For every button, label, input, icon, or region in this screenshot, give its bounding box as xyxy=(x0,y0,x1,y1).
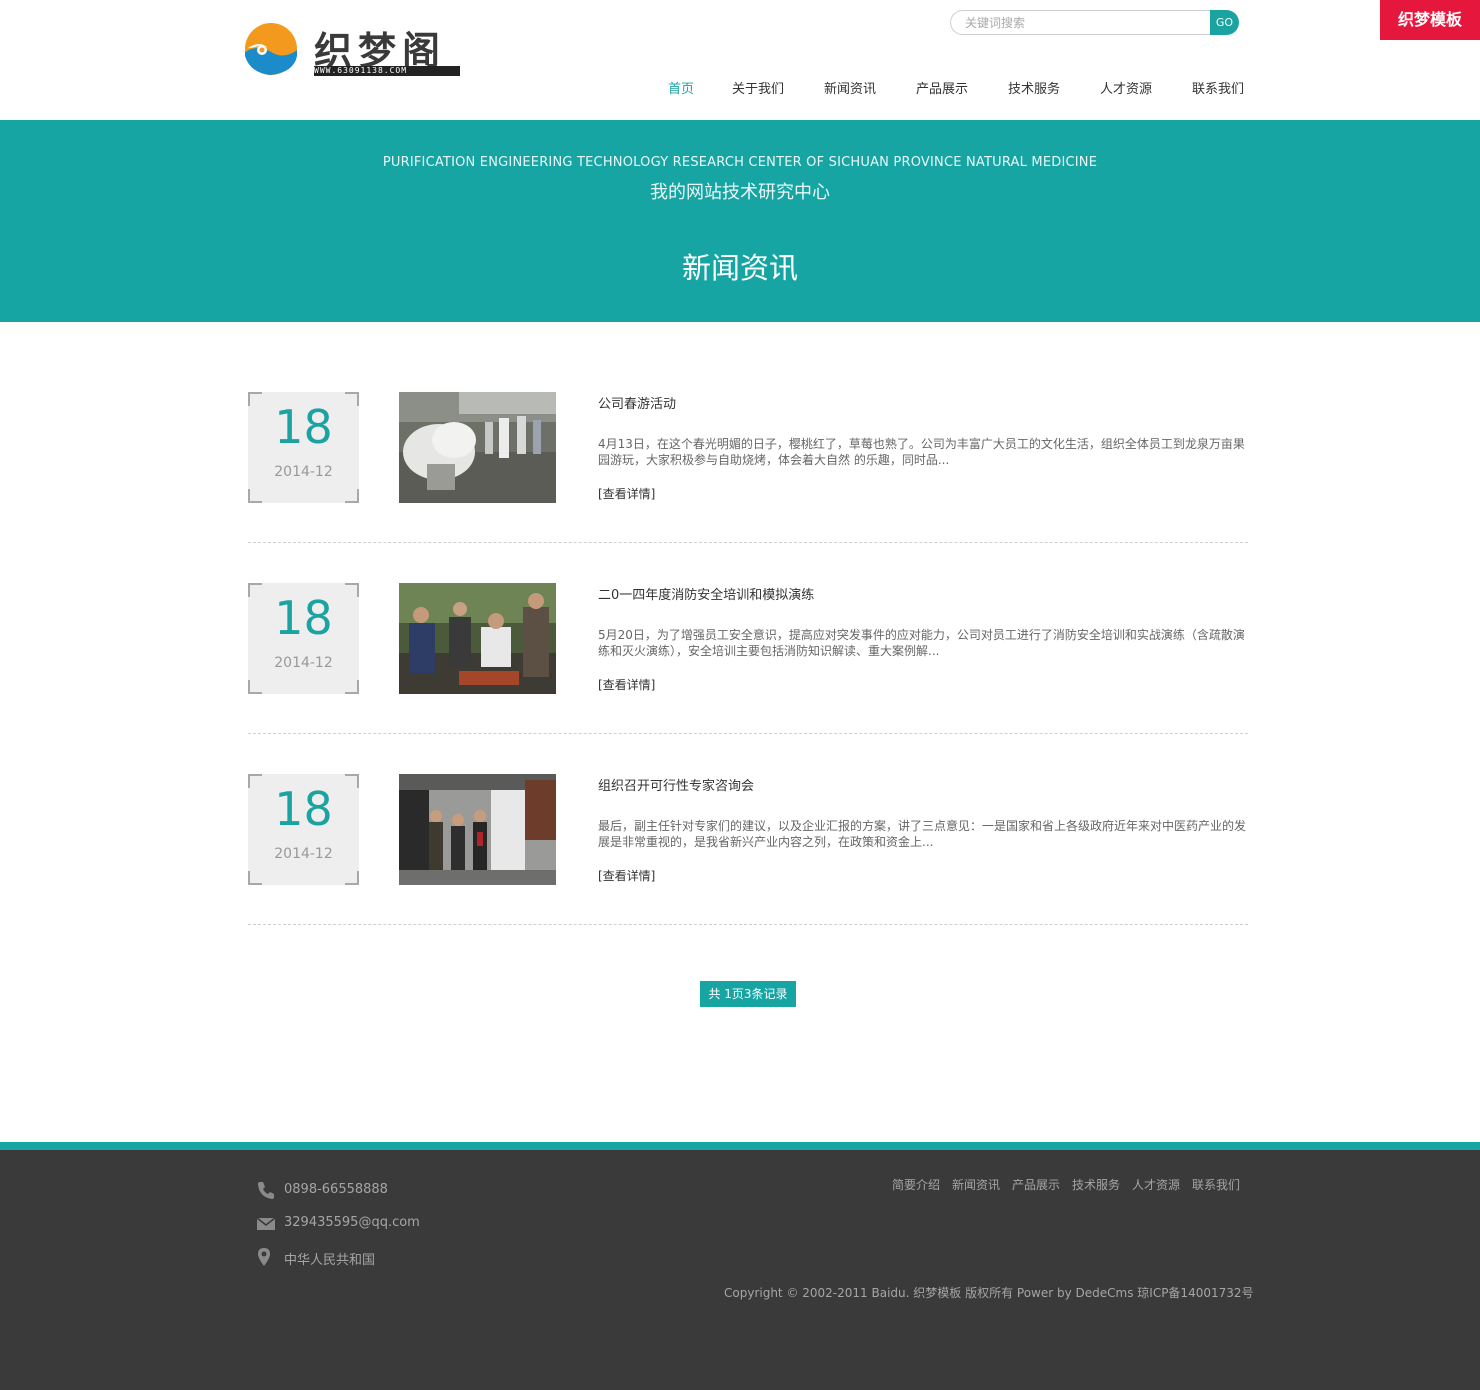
footer-link-services[interactable]: 技术服务 xyxy=(1072,1176,1120,1193)
footer-link-news[interactable]: 新闻资讯 xyxy=(952,1176,1000,1193)
date-year-month: 2014-12 xyxy=(274,846,333,862)
nav-item-news[interactable]: 新闻资讯 xyxy=(824,78,876,97)
news-summary: 4月13日，在这个春光明媚的日子，樱桃红了，草莓也熟了。公司为丰富广大员工的文化… xyxy=(598,437,1245,467)
location-pin-icon xyxy=(258,1248,270,1266)
nav-item-about[interactable]: 关于我们 xyxy=(732,78,784,97)
copyright-text: Copyright © 2002-2011 Baidu. 织梦模板 版权所有 P… xyxy=(724,1286,1254,1300)
news-title[interactable]: 组织召开可行性专家咨询会 xyxy=(598,775,754,794)
nav-item-services[interactable]: 技术服务 xyxy=(1008,78,1060,97)
footer-link-talent[interactable]: 人才资源 xyxy=(1132,1176,1180,1193)
search-input[interactable] xyxy=(950,10,1212,35)
banner-chinese-text: 我的网站技术研究中心 xyxy=(650,182,830,203)
footer-link-contact[interactable]: 联系我们 xyxy=(1192,1176,1240,1193)
news-thumbnail-image[interactable] xyxy=(399,583,556,694)
read-more-link[interactable]: [查看详情] xyxy=(598,485,655,502)
nav-item-products[interactable]: 产品展示 xyxy=(916,78,968,97)
pagination-info[interactable]: 共 1页3条记录 xyxy=(700,981,796,1007)
main-nav: 首页 关于我们 新闻资讯 产品展示 技术服务 人才资源 联系我们 xyxy=(0,78,1480,98)
footer-link-intro[interactable]: 简要介绍 xyxy=(892,1176,940,1193)
corner-badge[interactable]: 织梦模板 xyxy=(1380,0,1480,40)
site-logo[interactable]: 织梦阁 WWW.63091138.COM xyxy=(244,20,464,80)
footer-accent-line xyxy=(0,1142,1480,1150)
phone-number: 0898-66558888 xyxy=(284,1182,388,1197)
date-box: 18 2014-12 xyxy=(248,774,359,885)
date-box: 18 2014-12 xyxy=(248,392,359,503)
search-button[interactable]: GO xyxy=(1210,10,1239,35)
footer-address: 中华人民共和国 xyxy=(256,1247,556,1269)
news-summary: 最后，副主任针对专家们的建议，以及企业汇报的方案，讲了三点意见：一是国家和省上各… xyxy=(598,819,1247,849)
news-thumbnail-image[interactable] xyxy=(399,392,556,503)
date-day: 18 xyxy=(274,591,333,645)
phone-icon xyxy=(258,1182,274,1199)
search-bar: GO xyxy=(950,10,1239,35)
page-title: 新闻资讯 xyxy=(681,251,798,285)
page-banner: PURIFICATION ENGINEERING TECHNOLOGY RESE… xyxy=(0,120,1480,322)
footer-email: 329435595@qq.com xyxy=(256,1213,556,1235)
news-item: 18 2014-12 公司春游活动 4月13日，在这个春光明媚的日子，樱桃红了，… xyxy=(248,392,1248,543)
site-header: 织梦阁 WWW.63091138.COM GO 织梦模板 首页 关于我们 新闻资… xyxy=(0,0,1480,120)
site-footer: 0898-66558888 329435595@qq.com 中华人民共和国 简… xyxy=(0,1150,1480,1390)
email-address: 329435595@qq.com xyxy=(284,1215,420,1230)
read-more-link[interactable]: [查看详情] xyxy=(598,867,655,884)
logo-url: WWW.63091138.COM xyxy=(314,66,460,76)
date-day: 18 xyxy=(274,400,333,454)
banner-english-text: PURIFICATION ENGINEERING TECHNOLOGY RESE… xyxy=(382,155,1098,170)
nav-item-home[interactable]: 首页 xyxy=(668,78,694,97)
nav-item-contact[interactable]: 联系我们 xyxy=(1192,78,1244,97)
logo-mark-icon xyxy=(245,23,297,75)
date-day: 18 xyxy=(274,782,333,836)
news-title[interactable]: 公司春游活动 xyxy=(598,393,676,412)
date-year-month: 2014-12 xyxy=(274,655,333,671)
news-summary: 5月20日，为了增强员工安全意识，提高应对突发事件的应对能力，公司对员工进行了消… xyxy=(598,628,1245,658)
news-item: 18 2014-12 组织召开可行性专家咨询会 最后，副主任针对专家们的建议，以… xyxy=(248,774,1248,925)
footer-phone: 0898-66558888 xyxy=(256,1180,556,1202)
mail-icon xyxy=(256,1217,276,1230)
date-year-month: 2014-12 xyxy=(274,464,333,480)
date-box: 18 2014-12 xyxy=(248,583,359,694)
footer-link-products[interactable]: 产品展示 xyxy=(1012,1176,1060,1193)
news-title[interactable]: 二0一四年度消防安全培训和模拟演练 xyxy=(598,584,814,603)
address-text: 中华人民共和国 xyxy=(284,1253,376,1268)
read-more-link[interactable]: [查看详情] xyxy=(598,676,655,693)
news-thumbnail-image[interactable] xyxy=(399,774,556,885)
nav-item-talent[interactable]: 人才资源 xyxy=(1100,78,1152,97)
news-item: 18 2014-12 二0一四年度消防安全培训和模拟演练 5月20日，为了增强员… xyxy=(248,583,1248,734)
